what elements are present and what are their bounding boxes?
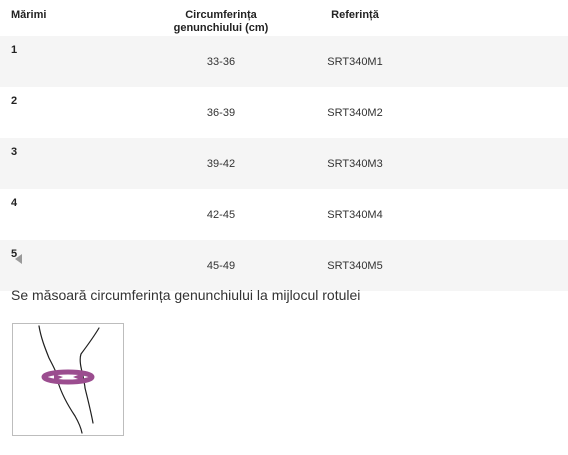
knee-measurement-icon (12, 323, 124, 436)
cell-reference: SRT340M1 (313, 36, 397, 87)
knee-drawing (38, 325, 100, 434)
cell-spacer (397, 189, 568, 240)
header-spacer (397, 0, 568, 36)
cell-spacer (397, 240, 568, 291)
header-size: Mărimi (11, 9, 47, 21)
cell-circumference: 39-42 (129, 138, 313, 189)
cell-spacer (397, 138, 568, 189)
cell-size: 4 (0, 189, 129, 240)
header-reference: Referință (331, 9, 379, 21)
cell-spacer (397, 87, 568, 138)
table-row: 2 36-39 SRT340M2 (0, 87, 568, 138)
cell-reference: SRT340M4 (313, 189, 397, 240)
cell-reference: SRT340M3 (313, 138, 397, 189)
shin-back-line (57, 381, 83, 434)
table-row: 4 42-45 SRT340M4 (0, 189, 568, 240)
header-circumference: Circumferința genunchiului (cm) (129, 0, 313, 36)
band-ring (41, 369, 95, 385)
cell-size: 2 (0, 87, 129, 138)
cell-circumference: 42-45 (129, 189, 313, 240)
cell-size: 5 (0, 240, 129, 291)
cell-reference: SRT340M5 (313, 240, 397, 291)
table-row: 5 45-49 SRT340M5 (0, 240, 568, 291)
table-row: 3 39-42 SRT340M3 (0, 138, 568, 189)
cell-circumference: 36-39 (129, 87, 313, 138)
cell-reference: SRT340M2 (313, 87, 397, 138)
cell-size: 1 (0, 36, 129, 87)
measurement-band (41, 369, 95, 385)
measurement-note: Se măsoară circumferința genunchiului la… (11, 287, 361, 303)
cell-size: 3 (0, 138, 129, 189)
cell-spacer (397, 36, 568, 87)
cell-circumference: 45-49 (129, 240, 313, 291)
shin-front-line (84, 387, 94, 424)
table-header-row: Mărimi Circumferința genunchiului (cm) Re… (0, 0, 568, 36)
size-table-container: Mărimi Circumferința genunchiului (cm) Re… (0, 0, 568, 291)
header-circumference-line1: Circumferința (185, 9, 257, 21)
header-circumference-line2: genunchiului (cm) (173, 22, 269, 34)
size-table: Mărimi Circumferința genunchiului (cm) Re… (0, 0, 568, 291)
cell-circumference: 33-36 (129, 36, 313, 87)
caret-left-icon[interactable] (15, 254, 22, 264)
table-row: 1 33-36 SRT340M1 (0, 36, 568, 87)
